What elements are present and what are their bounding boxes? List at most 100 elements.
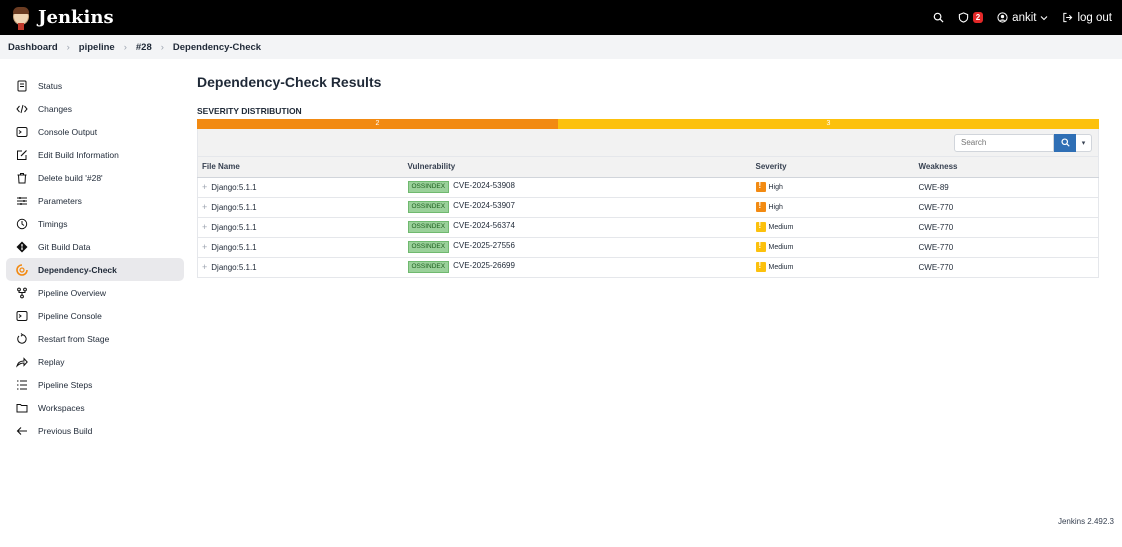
- sidebar-item-pipeline-overview[interactable]: Pipeline Overview: [6, 281, 184, 304]
- vulnerability-cell: OSSINDEX CVE-2024-56374: [403, 217, 752, 238]
- expand-row-icon[interactable]: +: [202, 262, 207, 272]
- logout-link[interactable]: log out: [1062, 12, 1112, 24]
- column-header-file-name[interactable]: File Name: [197, 157, 404, 178]
- sidebar-item-console-output[interactable]: Console Output: [6, 120, 184, 143]
- cve-link[interactable]: CVE-2024-56374: [453, 221, 515, 230]
- file-name: Django:5.1.1: [211, 223, 257, 232]
- expand-row-icon[interactable]: +: [202, 202, 207, 212]
- column-header-vulnerability[interactable]: Vulnerability: [403, 157, 752, 178]
- sidebar-item-status[interactable]: Status: [6, 74, 184, 97]
- git-icon: [12, 241, 32, 253]
- jenkins-logo-icon: [10, 6, 32, 30]
- sidebar-item-changes[interactable]: Changes: [6, 97, 184, 120]
- status-icon: [12, 80, 32, 92]
- sidebar-item-git-build-data[interactable]: Git Build Data: [6, 235, 184, 258]
- file-name-cell: + Django:5.1.1: [197, 237, 404, 258]
- severity-medium-icon: [755, 261, 766, 272]
- search-icon: [1060, 138, 1070, 147]
- sidebar-item-label: Dependency-Check: [38, 264, 117, 275]
- severity-cell: Medium: [751, 237, 915, 258]
- logout-icon: [1063, 12, 1073, 23]
- severity-high-icon: [755, 181, 766, 192]
- cve-link[interactable]: CVE-2024-53908: [453, 181, 515, 190]
- severity-medium-icon: [755, 221, 766, 232]
- breadcrumb-dependency-check[interactable]: Dependency-Check: [173, 42, 261, 53]
- sidebar-item-pipeline-steps[interactable]: Pipeline Steps: [6, 373, 184, 396]
- username: ankit: [1012, 11, 1037, 24]
- cve-link[interactable]: CVE-2025-26699: [453, 261, 515, 270]
- expand-row-icon[interactable]: +: [202, 182, 207, 192]
- severity-label: High: [768, 204, 783, 212]
- sidebar-item-label: Restart from Stage: [38, 333, 110, 344]
- sidebar-item-label: Replay: [38, 356, 65, 367]
- sidebar-item-parameters[interactable]: Parameters: [6, 189, 184, 212]
- column-header-weakness[interactable]: Weakness: [914, 157, 1099, 178]
- main-content: Dependency-Check Results SEVERITY DISTRI…: [197, 74, 1099, 278]
- sidebar-item-label: Pipeline Overview: [38, 287, 107, 298]
- sidebar-item-timings[interactable]: Timings: [6, 212, 184, 235]
- vulnerability-cell: OSSINDEX CVE-2025-26699: [403, 257, 752, 278]
- table-row[interactable]: + Django:5.1.1 OSSINDEXCVE-2024-56374 Med…: [197, 217, 1099, 238]
- weakness-cell: CWE-770: [914, 217, 1099, 238]
- results-table: File Name Vulnerability Severity Weaknes…: [197, 157, 1099, 278]
- expand-row-icon[interactable]: +: [202, 242, 207, 252]
- severity-segment-high[interactable]: 2: [197, 119, 558, 129]
- search-options-dropdown[interactable]: ▾: [1076, 133, 1092, 152]
- cve-link[interactable]: CVE-2024-53907: [453, 201, 515, 210]
- sidebar-item-label: Delete build '#28': [38, 172, 103, 183]
- sidebar-item-replay[interactable]: Replay: [6, 350, 184, 373]
- security-notifications-button[interactable]: 2: [958, 12, 984, 23]
- sidebar-item-label: Pipeline Console: [38, 310, 102, 321]
- sidebar-item-dependency-check[interactable]: Dependency-Check: [6, 258, 184, 281]
- sidebar-item-label: Status: [38, 80, 63, 91]
- sidebar-item-label: Console Output: [38, 126, 98, 137]
- sidebar-item-label: Workspaces: [38, 402, 85, 413]
- breadcrumb-separator: ›: [123, 41, 127, 53]
- sidebar-item-delete-build[interactable]: Delete build '#28': [6, 166, 184, 189]
- sidebar-item-pipeline-console[interactable]: Pipeline Console: [6, 304, 184, 327]
- jenkins-home-link[interactable]: Jenkins: [10, 6, 114, 30]
- breadcrumb-build[interactable]: #28: [136, 42, 152, 53]
- user-icon: [997, 12, 1008, 23]
- table-row[interactable]: + Django:5.1.1 OSSINDEXCVE-2024-53908 Hig…: [197, 177, 1099, 198]
- sliders-icon: [12, 195, 32, 207]
- breadcrumb-pipeline[interactable]: pipeline: [79, 42, 115, 53]
- trash-icon: [12, 172, 32, 184]
- file-name-cell: + Django:5.1.1: [197, 257, 404, 278]
- search-icon: [933, 12, 944, 23]
- search-input[interactable]: [954, 133, 1054, 152]
- user-menu[interactable]: ankit: [997, 12, 1048, 24]
- notification-badge: 2: [972, 12, 984, 23]
- sidebar-item-workspaces[interactable]: Workspaces: [6, 396, 184, 419]
- table-row[interactable]: + Django:5.1.1 OSSINDEXCVE-2025-27556 Med…: [197, 237, 1099, 258]
- logout-label: log out: [1077, 11, 1112, 24]
- source-badge: OSSINDEX: [407, 181, 450, 193]
- file-name-cell: + Django:5.1.1: [197, 177, 404, 198]
- table-header-row: File Name Vulnerability Severity Weaknes…: [197, 157, 1099, 178]
- table-row[interactable]: + Django:5.1.1 OSSINDEXCVE-2025-26699 Med…: [197, 257, 1099, 278]
- sidebar-item-edit-build-information[interactable]: Edit Build Information: [6, 143, 184, 166]
- file-name: Django:5.1.1: [211, 183, 257, 192]
- sidebar-item-restart-from-stage[interactable]: Restart from Stage: [6, 327, 184, 350]
- table-row[interactable]: + Django:5.1.1 OSSINDEXCVE-2024-53907 Hig…: [197, 197, 1099, 218]
- folder-icon: [12, 402, 32, 414]
- column-header-severity[interactable]: Severity: [751, 157, 915, 178]
- edit-icon: [12, 149, 32, 161]
- expand-row-icon[interactable]: +: [202, 222, 207, 232]
- sidebar-item-previous-build[interactable]: Previous Build: [6, 419, 184, 442]
- jenkins-version-link[interactable]: Jenkins 2.492.3: [1058, 517, 1114, 526]
- arrow-left-icon: [12, 425, 32, 437]
- file-name-cell: + Django:5.1.1: [197, 217, 404, 238]
- severity-label: Medium: [768, 244, 794, 252]
- file-name: Django:5.1.1: [211, 203, 257, 212]
- cve-link[interactable]: CVE-2025-27556: [453, 241, 515, 250]
- search-submit-button[interactable]: [1054, 133, 1076, 152]
- severity-label: Medium: [768, 224, 794, 232]
- steps-icon: [12, 379, 32, 391]
- chevron-down-icon: [1041, 15, 1048, 20]
- breadcrumb-dashboard[interactable]: Dashboard: [8, 42, 58, 53]
- severity-segment-medium[interactable]: 3: [557, 119, 1099, 129]
- severity-high-icon: [755, 201, 766, 212]
- search-button[interactable]: [933, 12, 944, 23]
- replay-icon: [12, 356, 32, 368]
